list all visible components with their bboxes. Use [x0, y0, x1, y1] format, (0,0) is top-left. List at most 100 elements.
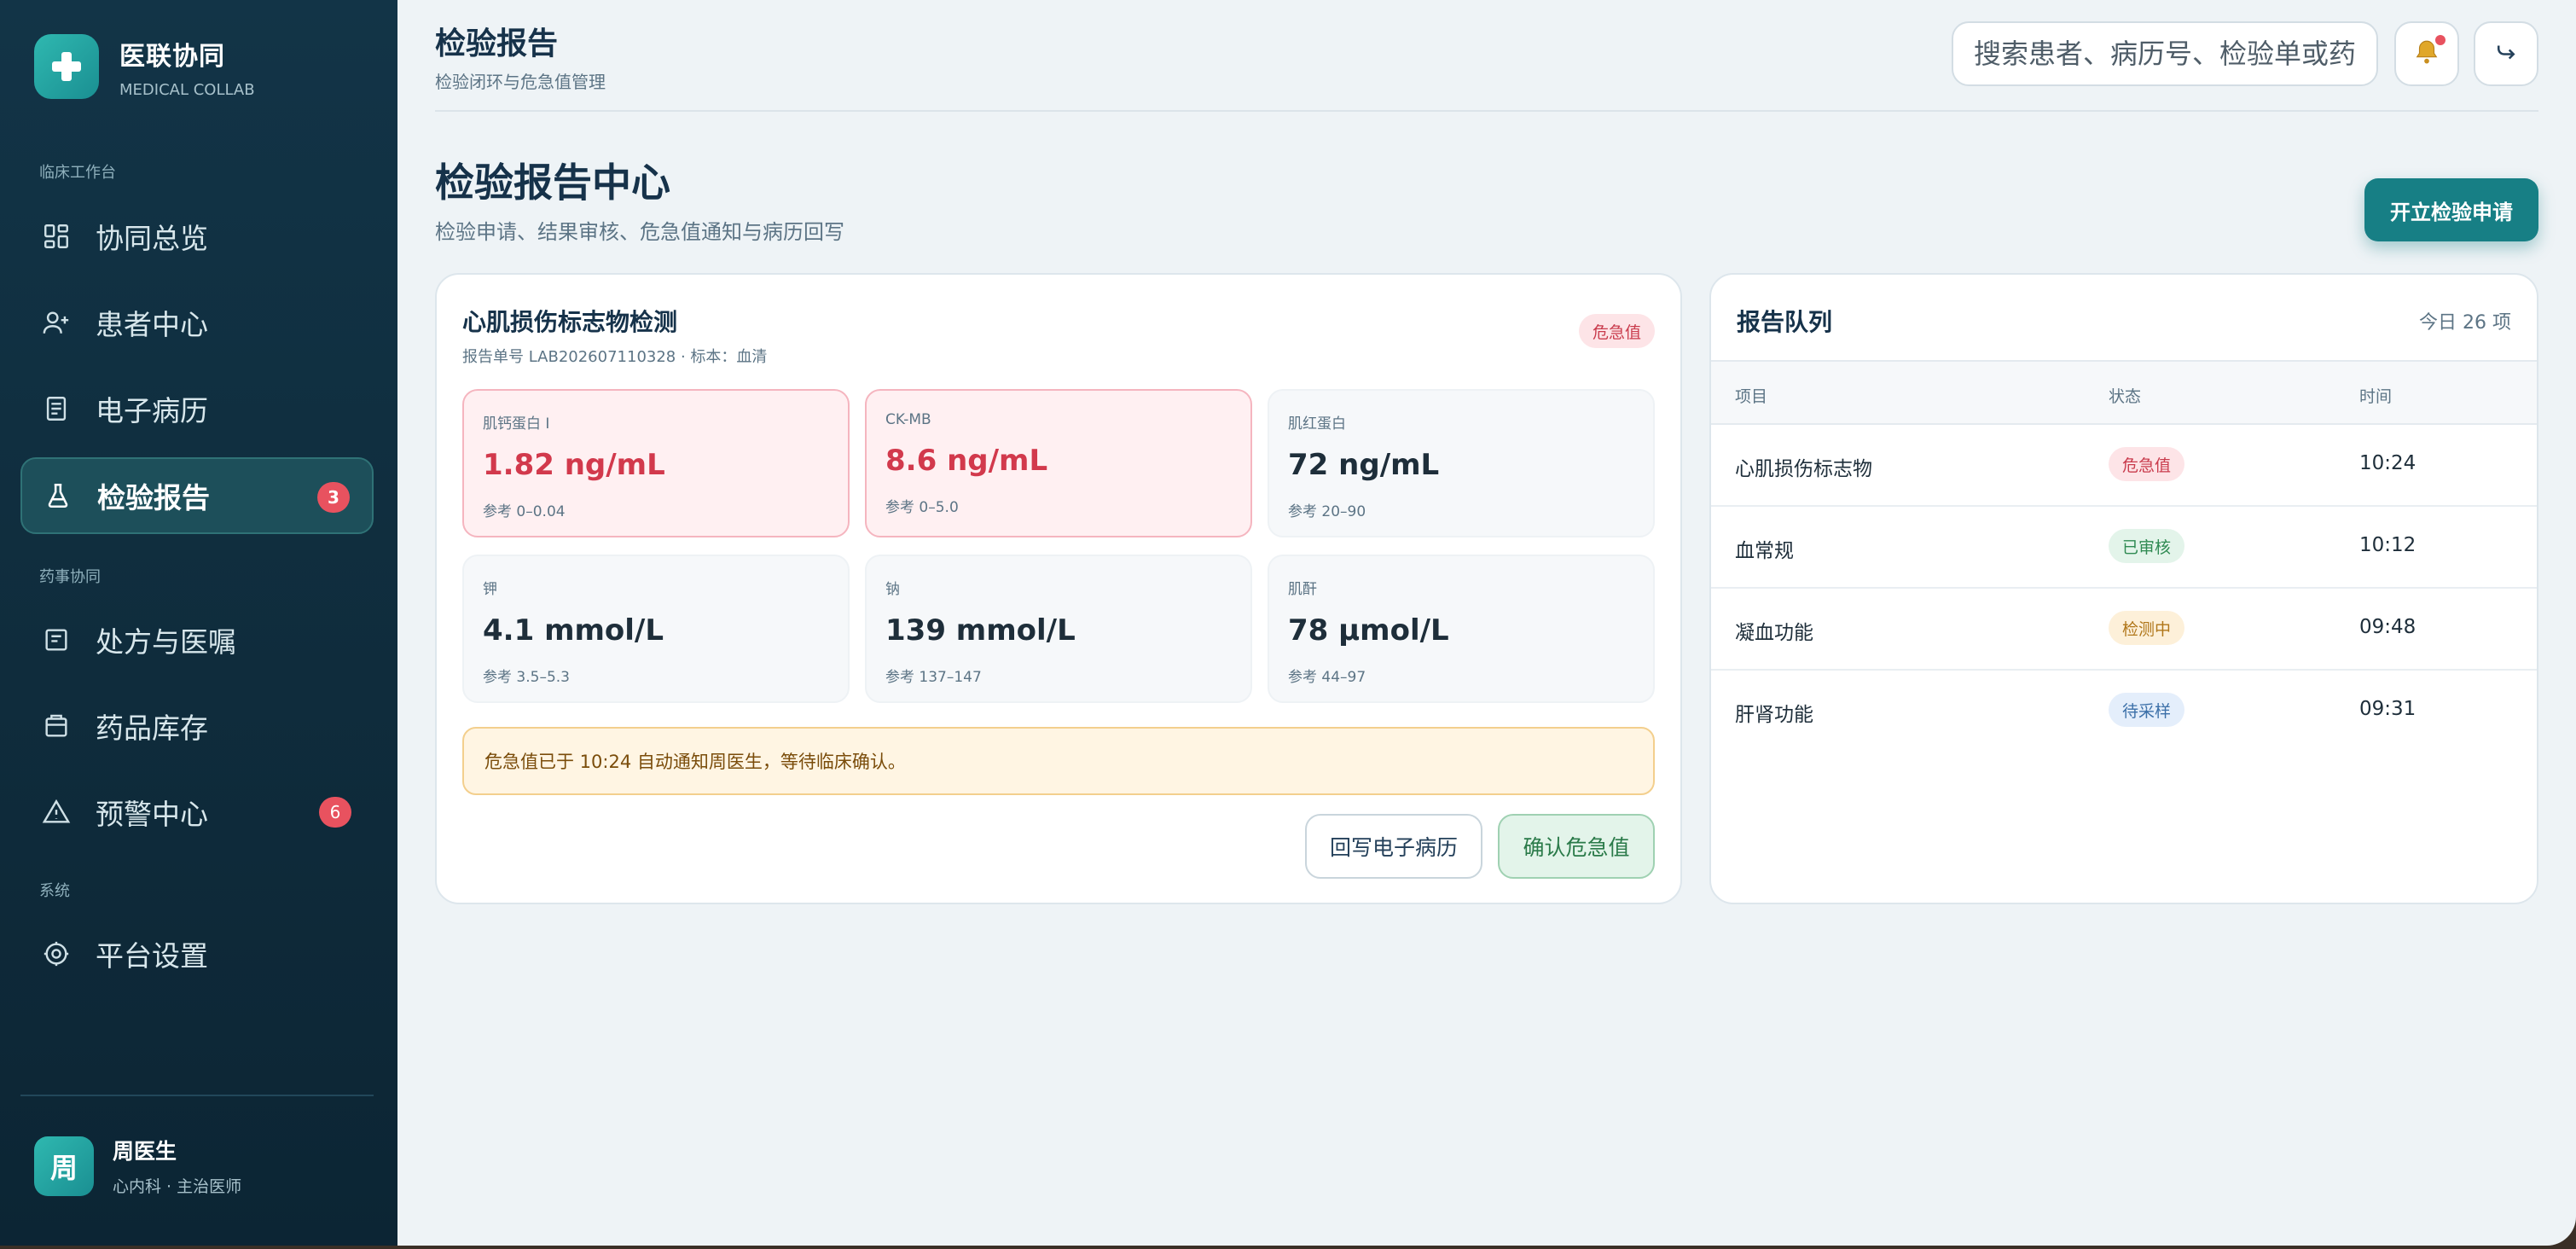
report-meta: 报告单号 LAB202607110328 · 标本：血清 — [462, 348, 768, 366]
result-value: 139 mmol/L — [885, 613, 1076, 648]
report-queue-card: 报告队列 今日 26 项 项目 状态 时间 心肌损伤标志物 危急值 10:24 … — [1709, 273, 2538, 904]
result-reference: 参考 0–0.04 — [483, 503, 566, 520]
report-detail-card: 心肌损伤标志物检测 报告单号 LAB202607110328 · 标本：血清 危… — [435, 273, 1682, 904]
result-tile-troponin[interactable]: 肌钙蛋白 I 1.82 ng/mL 参考 0–0.04 — [462, 389, 850, 537]
row-item: 心肌损伤标志物 — [1735, 458, 1872, 480]
result-value: 78 μmol/L — [1288, 613, 1449, 648]
result-value: 4.1 mmol/L — [483, 613, 664, 648]
result-label: 肌钙蛋白 I — [483, 415, 550, 433]
result-label: CK-MB — [885, 411, 931, 428]
row-time: 09:31 — [2359, 698, 2416, 720]
lab-reports-count-badge: 3 — [317, 482, 350, 513]
column-header-time: 时间 — [2359, 387, 2393, 406]
sidebar-item-patients[interactable]: 患者中心 — [20, 284, 374, 361]
result-tile-myoglobin[interactable]: 肌红蛋白 72 ng/mL 参考 20–90 — [1268, 389, 1655, 537]
section-label-clinical: 临床工作台 — [39, 164, 116, 182]
result-tile-ckmb[interactable]: CK-MB 8.6 ng/mL 参考 0–5.0 — [865, 389, 1252, 537]
table-row[interactable]: 心肌损伤标志物 危急值 10:24 — [1711, 425, 2537, 507]
result-label: 钠 — [885, 581, 900, 598]
user-role: 心内科 · 主治医师 — [113, 1177, 242, 1196]
box-icon — [41, 711, 72, 741]
column-header-item: 项目 — [1735, 387, 1768, 406]
brand-title: 医联协同 — [119, 41, 225, 72]
sidebar-item-label: 患者中心 — [96, 308, 208, 341]
result-tile-sodium[interactable]: 钠 139 mmol/L 参考 137–147 — [865, 555, 1252, 703]
logout-icon — [2493, 39, 2519, 68]
header-divider — [435, 110, 2538, 112]
user-profile[interactable]: 周 周医生 心内科 · 主治医师 — [34, 1135, 241, 1197]
sidebar-divider — [20, 1095, 374, 1096]
section-label-system: 系统 — [39, 882, 70, 900]
header-subtitle: 检验闭环与危急值管理 — [435, 72, 606, 92]
header-title: 检验报告 — [435, 26, 559, 61]
row-item: 肝肾功能 — [1735, 704, 1813, 726]
sidebar-item-label: 药品库存 — [96, 712, 208, 745]
status-badge: 危急值 — [1578, 314, 1655, 348]
table-row[interactable]: 肝肾功能 待采样 09:31 — [1711, 671, 2537, 752]
table-row[interactable]: 血常规 已审核 10:12 — [1711, 507, 2537, 589]
page-title: 检验报告中心 — [435, 160, 670, 206]
result-reference: 参考 44–97 — [1288, 669, 1366, 686]
sidebar-item-label: 平台设置 — [96, 939, 208, 973]
sidebar-item-label: 预警中心 — [96, 798, 208, 831]
result-value: 72 ng/mL — [1288, 448, 1440, 482]
queue-title: 报告队列 — [1737, 308, 1833, 336]
sidebar-item-label: 检验报告 — [97, 481, 210, 514]
result-tile-potassium[interactable]: 钾 4.1 mmol/L 参考 3.5–5.3 — [462, 555, 850, 703]
table-row[interactable]: 凝血功能 检测中 09:48 — [1711, 589, 2537, 671]
user-name: 周医生 — [113, 1139, 177, 1164]
row-item: 血常规 — [1735, 540, 1794, 562]
writeback-emr-button[interactable]: 回写电子病历 — [1305, 814, 1482, 879]
sidebar-item-prescriptions[interactable]: 处方与医嘱 — [20, 601, 374, 678]
sidebar-item-emr[interactable]: 电子病历 — [20, 370, 374, 447]
brand: 医联协同 MEDICAL COLLAB — [34, 34, 255, 99]
queue-table-header: 项目 状态 时间 — [1711, 360, 2537, 425]
avatar: 周 — [34, 1136, 94, 1196]
warning-icon — [41, 797, 72, 828]
result-value: 1.82 ng/mL — [483, 448, 665, 482]
confirm-critical-value-button[interactable]: 确认危急值 — [1498, 814, 1655, 879]
result-reference: 参考 137–147 — [885, 669, 982, 686]
result-reference: 参考 0–5.0 — [885, 499, 959, 516]
sidebar-item-label: 电子病历 — [96, 394, 208, 427]
sidebar-item-inventory[interactable]: 药品库存 — [20, 688, 374, 764]
logout-button[interactable] — [2474, 21, 2538, 86]
result-tile-creatinine[interactable]: 肌酐 78 μmol/L 参考 44–97 — [1268, 555, 1655, 703]
result-label: 肌红蛋白 — [1288, 415, 1346, 433]
section-label-pharmacy: 药事协同 — [39, 568, 101, 586]
sidebar-item-settings[interactable]: 平台设置 — [20, 915, 374, 992]
user-plus-icon — [41, 307, 72, 338]
sidebar-item-overview[interactable]: 协同总览 — [20, 198, 374, 275]
brand-subtitle: MEDICAL COLLAB — [119, 80, 255, 99]
result-reference: 参考 20–90 — [1288, 503, 1366, 520]
dashboard-icon — [41, 221, 72, 252]
row-item: 凝血功能 — [1735, 622, 1813, 644]
row-time: 09:48 — [2359, 616, 2416, 638]
sidebar: 医联协同 MEDICAL COLLAB 临床工作台 协同总览 患者中心 电子病历 — [0, 0, 397, 1246]
alerts-count-badge: 6 — [319, 797, 351, 828]
gear-icon — [41, 938, 72, 969]
prescription-icon — [41, 624, 72, 655]
flask-icon — [43, 480, 73, 511]
column-header-status: 状态 — [2109, 387, 2142, 406]
result-label: 钾 — [483, 581, 497, 598]
page-subtitle: 检验申请、结果审核、危急值通知与病历回写 — [435, 220, 844, 244]
result-reference: 参考 3.5–5.3 — [483, 669, 570, 686]
search-box[interactable] — [1952, 21, 2378, 86]
search-input[interactable] — [1974, 38, 2356, 70]
critical-value-notice: 危急值已于 10:24 自动通知周医生，等待临床确认。 — [462, 727, 1655, 795]
row-status-badge: 已审核 — [2109, 529, 2185, 563]
result-label: 肌酐 — [1288, 581, 1317, 598]
report-title: 心肌损伤标志物检测 — [462, 308, 678, 336]
create-lab-order-button[interactable]: 开立检验申请 — [2364, 178, 2538, 241]
sidebar-item-label: 协同总览 — [96, 222, 208, 255]
row-status-badge: 待采样 — [2109, 693, 2185, 727]
row-time: 10:24 — [2359, 452, 2416, 474]
medical-cross-logo-icon — [34, 34, 99, 99]
document-icon — [41, 393, 72, 424]
notification-dot — [2435, 35, 2445, 45]
sidebar-item-lab-reports[interactable]: 检验报告 3 — [20, 457, 374, 534]
sidebar-item-alerts[interactable]: 预警中心 6 — [20, 774, 374, 851]
queue-count: 今日 26 项 — [2419, 312, 2511, 334]
notifications-button[interactable] — [2394, 21, 2459, 86]
